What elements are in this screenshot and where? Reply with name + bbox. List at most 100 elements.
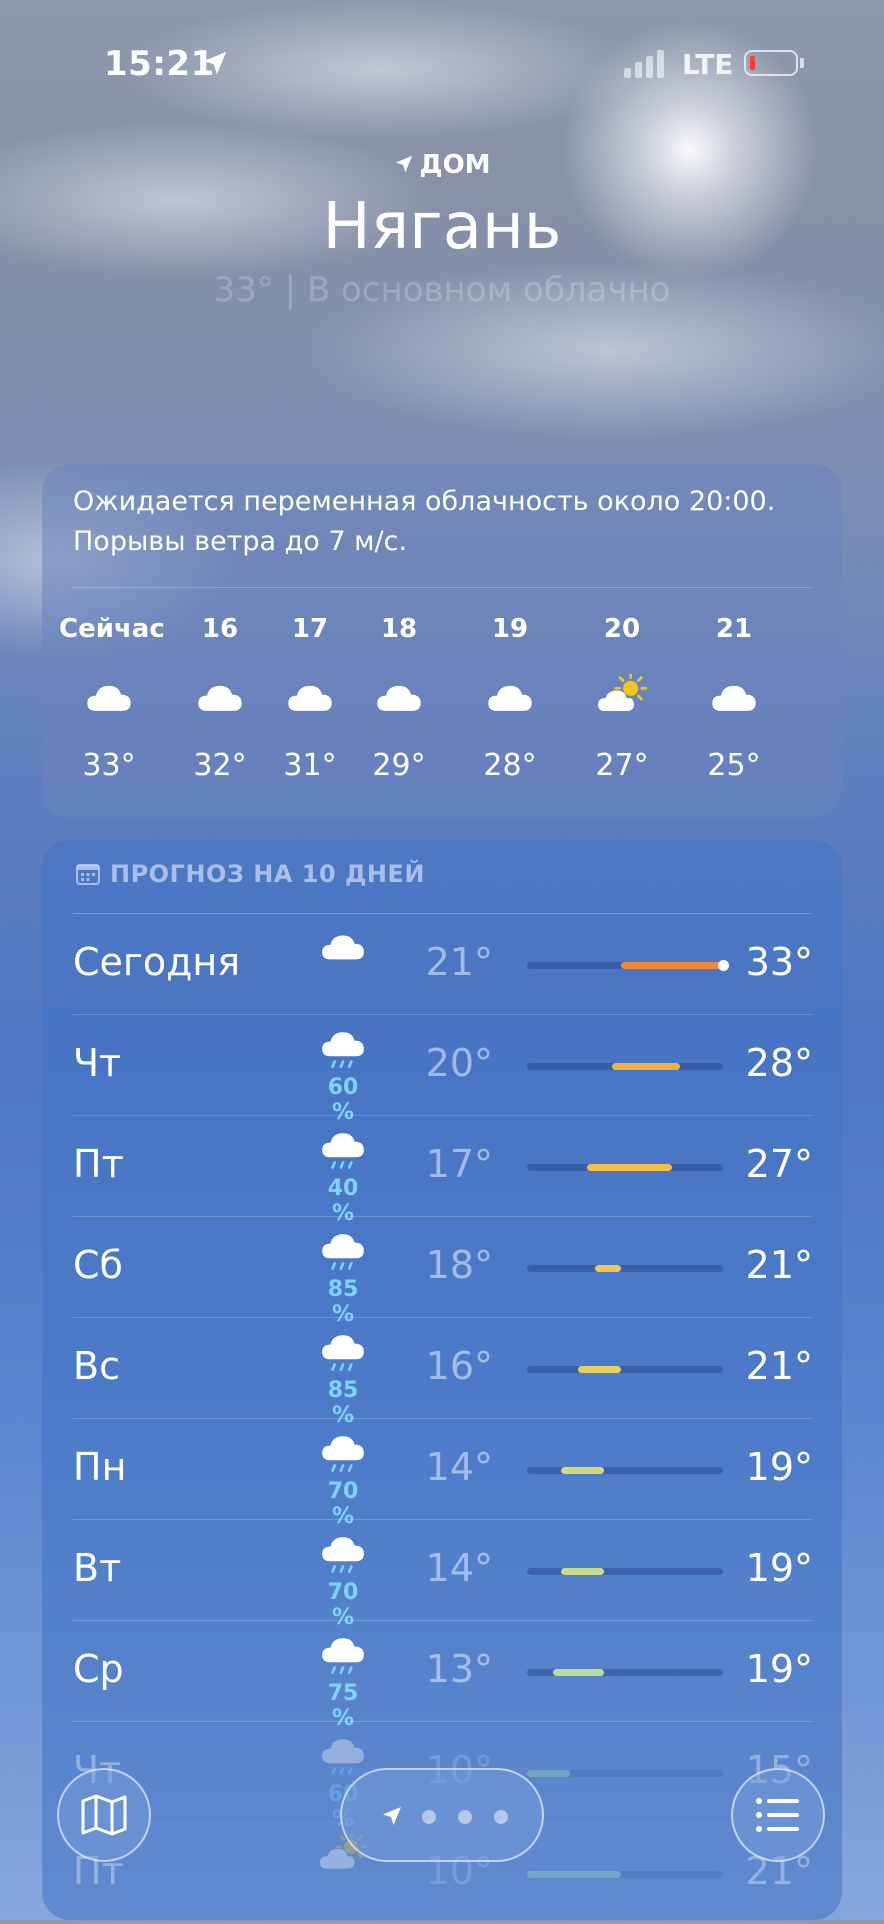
hour-label: 16 (201, 614, 239, 644)
cloud-icon (59, 674, 159, 718)
cloud-rain-icon (313, 1227, 373, 1281)
day-label: Вс (73, 1344, 120, 1388)
cloud-icon (170, 674, 270, 718)
temp-range-track (527, 1669, 723, 1676)
network-type: LTE (682, 48, 734, 81)
day-row[interactable]: Ср 75 % 13° 19° (73, 1621, 813, 1731)
home-label-text: ДОМ (419, 150, 491, 180)
day-icon-cell: 85 % (313, 1328, 373, 1428)
high-temp: 21° (745, 1344, 813, 1388)
hour-temp: 32° (193, 748, 247, 783)
current-conditions: 33° | В основном облачно (213, 270, 671, 310)
page-dot[interactable] (494, 1810, 508, 1824)
hour-temp: 25° (707, 748, 761, 783)
location-pager[interactable] (340, 1768, 544, 1862)
locations-list-button[interactable] (731, 1768, 825, 1862)
temp-range-bar (561, 1568, 604, 1575)
cloud-rain-icon (313, 1328, 373, 1382)
day-row[interactable]: Пт 40 % 17° 27° (73, 1116, 813, 1226)
temp-range-bar (552, 1669, 604, 1676)
low-temp: 14° (425, 1445, 493, 1489)
hour-temp: 29° (372, 748, 426, 783)
temp-range-bar (620, 962, 723, 969)
home-location-label: ДОМ (0, 150, 884, 180)
temp-range-track (527, 1568, 723, 1575)
hour-column: 19 28° (460, 614, 560, 783)
battery-icon (744, 50, 798, 76)
temp-range-bar (527, 1871, 621, 1878)
cloud-rain-icon (313, 1126, 373, 1180)
location-arrow-icon (396, 155, 413, 173)
day-row[interactable]: Вс 85 % 16° 21° (73, 1318, 813, 1428)
temp-range-bar (595, 1265, 621, 1272)
day-label: Вт (73, 1546, 122, 1590)
temp-range-bar (612, 1063, 681, 1070)
day-icon-cell: 75 % (313, 1631, 373, 1731)
map-icon (81, 1794, 127, 1836)
hour-label: 19 (491, 614, 529, 644)
page-dot[interactable] (458, 1810, 472, 1824)
map-button[interactable] (57, 1768, 151, 1862)
day-icon-cell: 60 % (313, 1025, 373, 1125)
day-row[interactable]: Чт 60 % 20° 28° (73, 1015, 813, 1125)
high-temp: 19° (745, 1546, 813, 1590)
cloud-rain-icon (313, 1530, 373, 1584)
hour-temp: 28° (483, 748, 537, 783)
temp-range-track (527, 1770, 723, 1777)
hour-temp: 27° (595, 748, 649, 783)
location-arrow-icon (203, 51, 227, 75)
high-temp: 28° (745, 1041, 813, 1085)
low-temp: 20° (425, 1041, 493, 1085)
day-icon-cell: 40 % (313, 1126, 373, 1226)
hour-column: 17 31° (260, 614, 360, 783)
low-temp: 17° (425, 1142, 493, 1186)
hour-label: 17 (291, 614, 329, 644)
hourly-forecast-card[interactable]: Ожидается переменная облачность около 20… (42, 464, 842, 818)
temp-range-track (527, 1467, 723, 1474)
high-temp: 19° (745, 1647, 813, 1691)
cellular-signal-icon (624, 50, 664, 78)
day-label: Сегодня (73, 940, 241, 984)
cloud-rain-icon (313, 1429, 373, 1483)
cloud-rain-icon (313, 1025, 373, 1079)
day-icon-cell: 70 % (313, 1530, 373, 1630)
hour-column: 20 27° (572, 614, 672, 783)
temp-range-track (527, 1871, 723, 1878)
temp-range-track (527, 1265, 723, 1272)
temp-range-track (527, 960, 729, 971)
day-row[interactable]: Пн 70 % 14° 19° (73, 1419, 813, 1529)
sun-behind-cloud-icon (572, 674, 672, 718)
high-temp: 21° (745, 1243, 813, 1287)
ten-day-title: ПРОГНОЗ НА 10 ДНЕЙ (110, 860, 425, 888)
hour-column: 16 32° (170, 614, 270, 783)
cloud-icon (460, 674, 560, 718)
day-label: Пт (73, 1142, 124, 1186)
hour-temp: 31° (283, 748, 337, 783)
hour-label: 20 (603, 614, 641, 644)
day-icon-cell (313, 924, 373, 966)
day-label: Ср (73, 1647, 124, 1691)
battery-cap (800, 58, 804, 68)
day-icon-cell: 70 % (313, 1429, 373, 1529)
hour-column: Сейчас 33° (59, 614, 165, 783)
day-row[interactable]: Сб 85 % 18° 21° (73, 1217, 813, 1327)
temp-range-bar (527, 1770, 570, 1777)
ten-day-forecast-card[interactable]: ПРОГНОЗ НА 10 ДНЕЙ Сегодня 21° 33° Чт 60 % 20… (42, 840, 842, 1924)
temp-range-track (527, 1063, 723, 1070)
cloud-icon (349, 674, 449, 718)
temp-range-bar (586, 1164, 672, 1171)
day-icon-cell: 85 % (313, 1227, 373, 1327)
city-name: Нягань (322, 190, 562, 264)
hour-column: 21 25° (684, 614, 784, 783)
cloud-icon (260, 674, 360, 718)
status-time: 15:21 (104, 44, 215, 84)
cloud-icon (313, 924, 373, 966)
temp-range-track (527, 1164, 723, 1171)
cloud-icon (684, 674, 784, 718)
low-temp: 21° (425, 940, 493, 984)
low-temp: 13° (425, 1647, 493, 1691)
page-dot[interactable] (422, 1810, 436, 1824)
day-row[interactable]: Вт 70 % 14° 19° (73, 1520, 813, 1630)
low-temp: 16° (425, 1344, 493, 1388)
day-row[interactable]: Сегодня 21° 33° (73, 914, 813, 1015)
